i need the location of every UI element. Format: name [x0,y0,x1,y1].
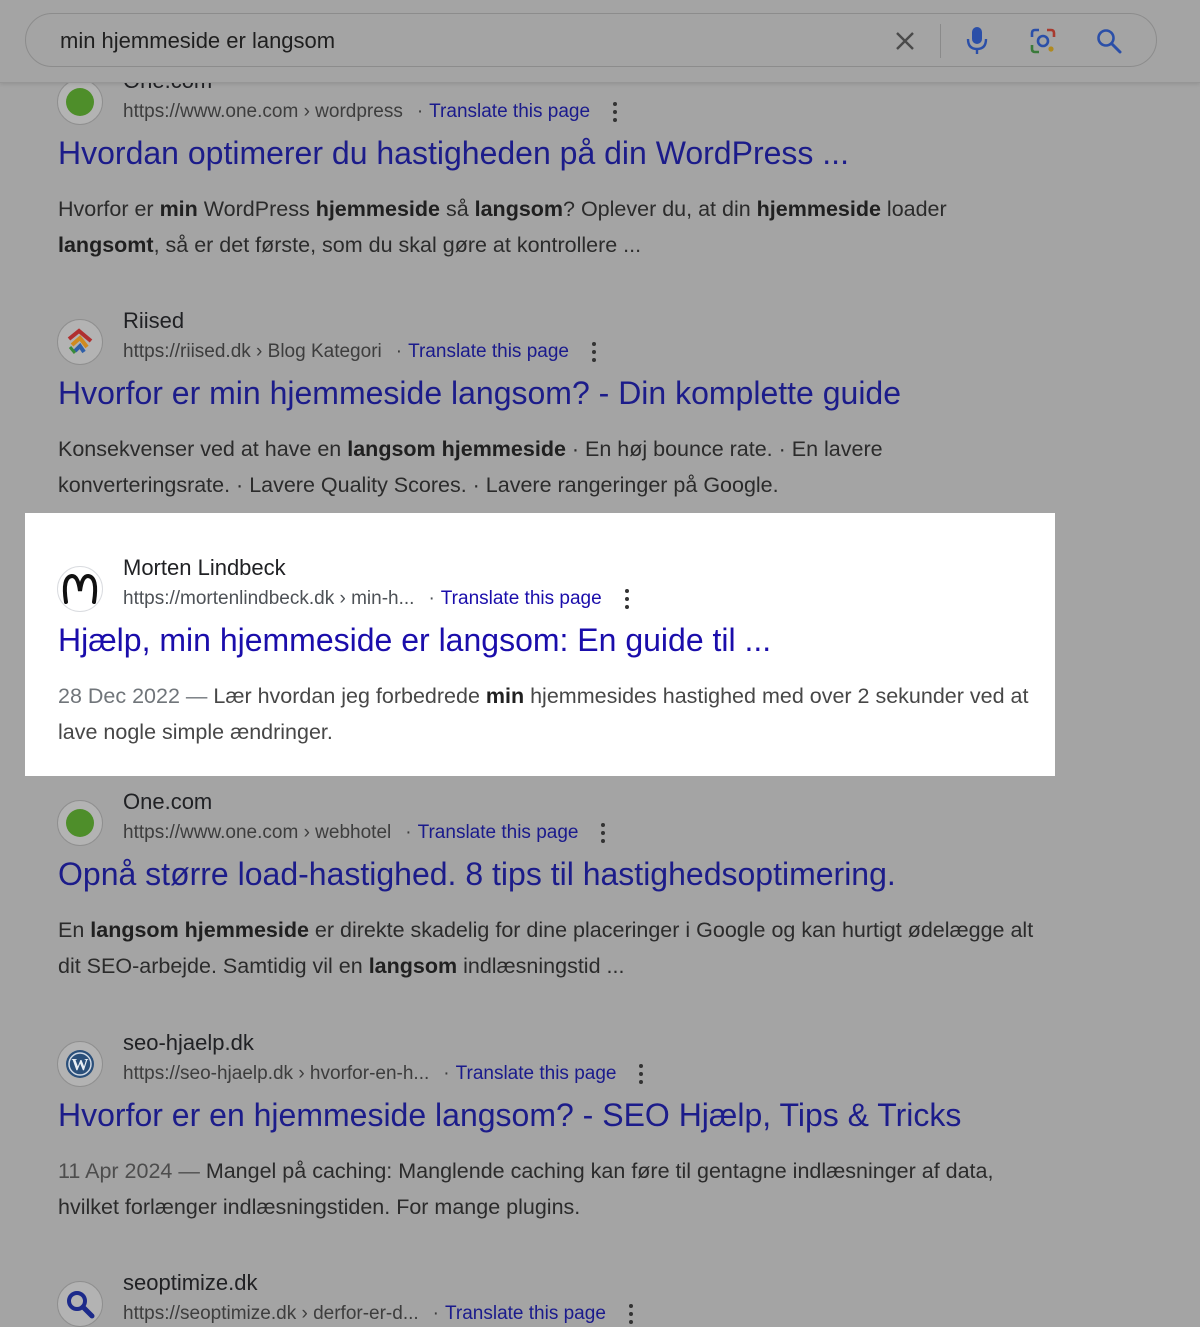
site-name[interactable]: Riised [123,308,184,334]
more-options-icon[interactable] [600,822,606,844]
result-snippet: Konsekvenser ved at have en langsom hjem… [58,431,1048,503]
riised-logo-icon [57,319,103,365]
snippet-keyword: langsom hjemmeside [347,437,566,461]
snippet-keyword: langsom [368,954,458,978]
more-options-icon[interactable] [612,101,618,123]
separator-dot: · [416,101,424,122]
clear-icon[interactable] [890,26,920,56]
more-options-icon[interactable] [628,1303,634,1325]
result-date: 28 Dec 2022 — [58,684,214,708]
url-row: https://www.one.com › webhotel · Transla… [123,822,606,844]
more-options-icon[interactable] [624,588,630,610]
snippet-text: ? Oplever du, at din [563,197,757,221]
url-row: https://seoptimize.dk › derfor-er-d... ·… [123,1303,634,1325]
result-title-link[interactable]: Opnå større load-hastighed. 8 tips til h… [58,856,896,893]
svg-text:W: W [72,1055,89,1074]
snippet-text: Hvorfor er [58,197,160,221]
snippet-keyword: langsom hjemmeside [90,918,309,942]
site-name[interactable]: seo-hjaelp.dk [123,1030,254,1056]
breadcrumb-url[interactable]: https://seoptimize.dk › derfor-er-d... [123,1303,419,1325]
more-options-icon[interactable] [638,1063,644,1085]
magnifier-logo-icon [57,1281,103,1327]
url-row: https://mortenlindbeck.dk › min-h... · T… [123,588,630,610]
breadcrumb-url[interactable]: https://riised.dk › Blog Kategori [123,341,382,363]
snippet-keyword: langsom [474,197,564,221]
breadcrumb-url[interactable]: https://mortenlindbeck.dk › min-h... [123,588,414,610]
result-snippet: 11 Apr 2024 — Mangel på caching: Manglen… [58,1153,1048,1225]
search-icon[interactable] [1094,26,1124,56]
snippet-text: loader [880,197,947,221]
snippet-keyword: min [485,684,525,708]
separator-dot: · [405,822,412,843]
breadcrumb-url[interactable]: https://www.one.com › wordpress [123,101,403,123]
result-title-link[interactable]: Hvordan optimerer du hastigheden på din … [58,135,849,172]
snippet-text: indlæsningstid ... [457,954,625,978]
translate-link[interactable]: Translate this page [456,1063,617,1085]
green-dot-icon [57,800,103,846]
search-divider [940,24,941,58]
search-header: min hjemmeside er langsom [0,0,1200,83]
snippet-text: WordPress [197,197,316,221]
snippet-text: En [58,918,91,942]
snippet-text: , så er det første, som du skal gøre at … [153,233,642,257]
translate-link[interactable]: Translate this page [441,588,602,610]
result-date: 11 Apr 2024 — [58,1159,206,1183]
site-name[interactable]: seoptimize.dk [123,1270,258,1296]
result-title-link[interactable]: Hvorfor er min hjemmeside langsom? - Din… [58,375,901,412]
m-logo-icon [57,566,103,612]
snippet-keyword: langsomt [58,233,154,257]
site-name[interactable]: Morten Lindbeck [123,555,286,581]
snippet-keyword: hjemmeside [756,197,881,221]
search-input[interactable]: min hjemmeside er langsom [60,28,335,54]
snippet-text: så [439,197,475,221]
breadcrumb-url[interactable]: https://seo-hjaelp.dk › hvorfor-en-h... [123,1063,429,1085]
result-snippet: En langsom hjemmeside er direkte skadeli… [58,912,1048,984]
url-row: https://riised.dk › Blog Kategori · Tran… [123,341,597,363]
translate-link[interactable]: Translate this page [408,341,569,363]
result-title-link[interactable]: Hjælp, min hjemmeside er langsom: En gui… [58,622,771,659]
translate-link[interactable]: Translate this page [445,1303,606,1325]
snippet-text: Lær hvordan jeg forbedrede [213,684,486,708]
result-snippet: Hvorfor er min WordPress hjemmeside så l… [58,191,1048,263]
microphone-icon[interactable] [962,26,992,56]
lens-camera-icon[interactable] [1028,26,1058,56]
separator-dot: · [395,341,403,362]
url-row: https://seo-hjaelp.dk › hvorfor-en-h... … [123,1063,644,1085]
search-box[interactable]: min hjemmeside er langsom [25,13,1157,67]
site-name[interactable]: One.com [123,789,212,815]
separator-dot: · [428,588,435,609]
breadcrumb-url[interactable]: https://www.one.com › webhotel [123,822,391,844]
url-row: https://www.one.com › wordpress · Transl… [123,101,618,123]
translate-link[interactable]: Translate this page [418,822,579,844]
snippet-text: Konsekvenser ved at have en [58,437,348,461]
snippet-keyword: hjemmeside [315,197,440,221]
wordpress-icon: W [57,1041,103,1087]
translate-link[interactable]: Translate this page [429,101,590,123]
more-options-icon[interactable] [591,341,597,363]
result-title-link[interactable]: Hvorfor er en hjemmeside langsom? - SEO … [58,1097,961,1134]
snippet-keyword: min [159,197,198,221]
green-dot-icon [57,79,103,125]
separator-dot: · [443,1063,450,1084]
separator-dot: · [432,1303,439,1324]
result-snippet: 28 Dec 2022 — Lær hvordan jeg forbedrede… [58,678,1048,750]
